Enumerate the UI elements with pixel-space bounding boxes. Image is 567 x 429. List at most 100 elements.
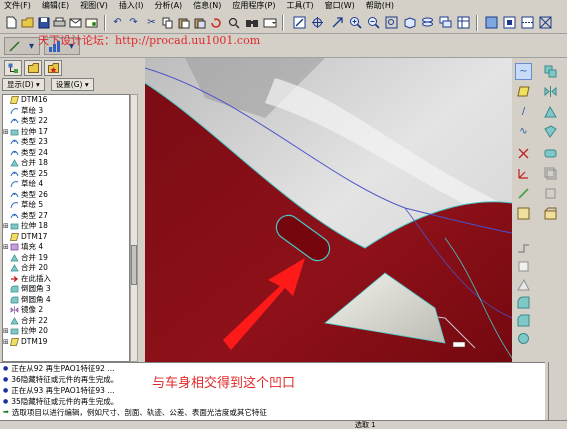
tree-item[interactable]: ⊞ 拉伸 20 — [3, 326, 129, 337]
sketched-curve-icon[interactable]: ∿ — [515, 123, 532, 140]
wireframe-icon[interactable] — [538, 15, 553, 30]
spin-center-icon[interactable] — [310, 15, 325, 30]
layers-icon[interactable] — [438, 15, 453, 30]
paste-special-icon[interactable] — [192, 15, 207, 30]
select-filter-icon[interactable] — [262, 15, 277, 30]
menu-file[interactable]: 文件(F) — [4, 0, 31, 12]
repaint-icon[interactable] — [292, 15, 307, 30]
tree-item[interactable]: 草绘 5 — [3, 200, 129, 211]
tree-item[interactable]: 类型 26 — [3, 190, 129, 201]
solidify-tool-icon[interactable] — [542, 205, 559, 222]
reorient-icon[interactable] — [402, 15, 417, 30]
send-mail-icon[interactable] — [68, 15, 83, 30]
tree-item[interactable]: DTM17 — [3, 232, 129, 243]
print-icon[interactable] — [52, 15, 67, 30]
save-icon[interactable] — [36, 15, 51, 30]
tab-model-tree[interactable] — [4, 60, 22, 76]
tree-item[interactable]: 合并 18 — [3, 158, 129, 169]
refit-icon[interactable] — [384, 15, 399, 30]
tree-item[interactable]: DTM16 — [3, 95, 129, 106]
scrollbar-thumb[interactable] — [131, 245, 137, 285]
datum-axis-icon[interactable]: / — [515, 103, 532, 120]
expand-toggle-icon[interactable]: ⊞ — [3, 337, 10, 348]
trim-tool-icon[interactable] — [542, 123, 559, 140]
copy-icon[interactable] — [160, 15, 175, 30]
mail-link-icon[interactable] — [84, 15, 99, 30]
tree-item[interactable]: ⊞ DTM19 — [3, 337, 129, 348]
tree-item[interactable]: 合并 20 — [3, 263, 129, 274]
tree-item[interactable]: 倒圆角 3 — [3, 284, 129, 295]
cut-icon[interactable]: ✂ — [144, 15, 159, 30]
tree-item[interactable]: ⊞ 填充 4 — [3, 242, 129, 253]
menu-analysis[interactable]: 分析(A) — [154, 0, 182, 12]
menu-window[interactable]: 窗口(W) — [325, 0, 355, 12]
coordinate-system-icon[interactable] — [515, 165, 532, 182]
view-manager-icon[interactable] — [456, 15, 471, 30]
display-dropdown[interactable]: 显示(D) ▾ — [2, 78, 45, 91]
sketch-dropdown-icon[interactable]: ▾ — [24, 39, 39, 54]
tree-item[interactable]: 合并 22 — [3, 316, 129, 327]
orient-mode-icon[interactable] — [330, 15, 345, 30]
offset-tool-icon[interactable] — [542, 165, 559, 182]
model-tree-scrollbar[interactable] — [130, 94, 138, 362]
menu-tools[interactable]: 工具(T) — [287, 0, 314, 12]
shading-icon[interactable] — [484, 15, 499, 30]
expand-toggle-icon[interactable]: ⊞ — [3, 242, 10, 253]
tab-folder-browser[interactable] — [24, 60, 42, 76]
undo-icon[interactable]: ↶ — [110, 15, 125, 30]
mirror-tool-icon[interactable] — [542, 83, 559, 100]
chamfer-tool-icon[interactable] — [515, 312, 532, 329]
merge-tool-icon[interactable] — [542, 103, 559, 120]
tree-item[interactable]: 镜像 2 — [3, 305, 129, 316]
datum-point-icon[interactable] — [515, 145, 532, 162]
open-folder-icon[interactable] — [20, 15, 35, 30]
tree-item[interactable]: ⊞ 拉伸 17 — [3, 127, 129, 138]
draft-tool-icon[interactable] — [515, 330, 532, 347]
expand-toggle-icon[interactable]: ⊞ — [3, 127, 10, 138]
tree-item[interactable]: 类型 24 — [3, 148, 129, 159]
datum-display-icon[interactable] — [515, 205, 532, 222]
tree-item[interactable]: 在此插入 — [3, 274, 129, 285]
analysis-feature-icon[interactable] — [515, 185, 532, 202]
sketch-tool-icon[interactable] — [7, 39, 22, 54]
saved-views-icon[interactable] — [420, 15, 435, 30]
copy-feature-icon[interactable] — [542, 63, 559, 80]
new-file-icon[interactable] — [4, 15, 19, 30]
tree-item[interactable]: 草绘 3 — [3, 106, 129, 117]
revolve-tool-icon[interactable] — [515, 258, 532, 275]
regenerate-icon[interactable] — [208, 15, 223, 30]
zoom-in-icon[interactable] — [348, 15, 363, 30]
menu-edit[interactable]: 编辑(E) — [42, 0, 69, 12]
menu-view[interactable]: 视图(V) — [80, 0, 108, 12]
extrude-tool-icon[interactable] — [515, 240, 532, 257]
datum-plane-tool-icon[interactable] — [515, 83, 532, 100]
no-hidden-icon[interactable] — [502, 15, 517, 30]
tree-item[interactable]: 类型 22 — [3, 116, 129, 127]
fill-tool-icon[interactable] — [542, 145, 559, 162]
settings-dropdown[interactable]: 设置(G) ▾ — [50, 78, 94, 91]
tree-item[interactable]: 类型 23 — [3, 137, 129, 148]
message-scrollbar[interactable] — [548, 362, 567, 420]
tree-item[interactable]: 合并 19 — [3, 253, 129, 264]
graphics-viewport[interactable] — [145, 58, 512, 362]
thicken-tool-icon[interactable] — [542, 185, 559, 202]
menu-insert[interactable]: 插入(I) — [119, 0, 144, 12]
binoculars-icon[interactable] — [244, 15, 259, 30]
expand-toggle-icon[interactable]: ⊞ — [3, 221, 10, 232]
tree-item[interactable]: 类型 27 — [3, 211, 129, 222]
hidden-line-icon[interactable] — [520, 15, 535, 30]
tree-item[interactable]: 类型 25 — [3, 169, 129, 180]
round-tool-icon[interactable] — [515, 294, 532, 311]
sweep-tool-icon[interactable] — [515, 276, 532, 293]
datum-curve-icon[interactable]: ~ — [515, 63, 532, 80]
zoom-out-icon[interactable] — [366, 15, 381, 30]
tree-item[interactable]: 倒圆角 4 — [3, 295, 129, 306]
paste-icon[interactable] — [176, 15, 191, 30]
redo-icon[interactable]: ↷ — [126, 15, 141, 30]
find-icon[interactable] — [226, 15, 241, 30]
expand-toggle-icon[interactable]: ⊞ — [3, 326, 10, 337]
menu-help[interactable]: 帮助(H) — [366, 0, 394, 12]
tree-item[interactable]: ⊞ 拉伸 18 — [3, 221, 129, 232]
tab-favorites[interactable] — [44, 60, 62, 76]
menu-applications[interactable]: 应用程序(P) — [232, 0, 275, 12]
